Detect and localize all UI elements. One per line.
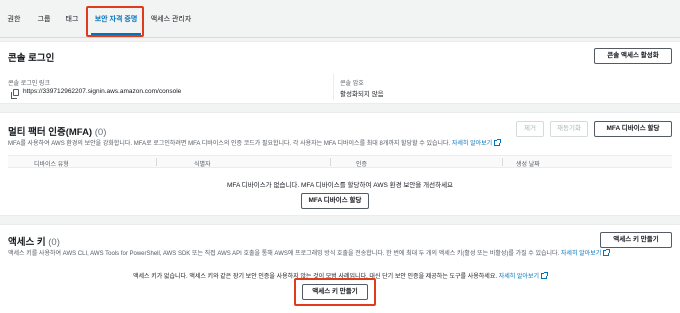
tab-bar: 권한 그룹 태그 보안 자격 증명 액세스 관리자 — [0, 0, 680, 38]
mfa-table-header: 디바이스 유형 식별자 인증 생성 날짜 — [8, 155, 672, 168]
copy-icon[interactable] — [11, 89, 19, 99]
mfa-empty-message: MFA 디바이스가 없습니다. MFA 디바이스를 할당하여 AWS 환경 보안… — [226, 182, 454, 189]
access-keys-title: 액세스 키 (0) — [8, 234, 60, 248]
console-signin-panel: 콘솔 로그인 콘솔 액세스 활성화 콘솔 로그인 링크 https://3397… — [0, 41, 680, 104]
console-password-label: 콘솔 암호 — [340, 81, 364, 87]
column-created-date[interactable]: 생성 날짜 — [516, 159, 540, 168]
external-link-icon — [494, 139, 502, 146]
tab-access-advisor[interactable]: 액세스 관리자 — [146, 10, 196, 32]
console-link-label: 콘솔 로그인 링크 — [8, 81, 50, 87]
remove-mfa-button[interactable]: 제거 — [516, 121, 544, 137]
column-separator — [156, 158, 157, 166]
mfa-learn-more-link[interactable]: 자세히 알아보기 — [452, 141, 492, 147]
access-keys-empty-message: 액세스 키가 없습니다. 액세스 키와 같은 장기 보안 인증을 사용하지 않는… — [0, 271, 680, 280]
mfa-title: 멀티 팩터 인증(MFA) (0) — [8, 124, 106, 138]
mfa-description: MFA를 사용하여 AWS 환경의 보안을 강화합니다. MFA로 로그인하려면… — [8, 138, 502, 147]
access-keys-learn-more-link[interactable]: 자세히 알아보기 — [561, 251, 601, 257]
column-divider — [333, 74, 334, 100]
column-separator — [502, 158, 503, 166]
access-keys-count: (0) — [48, 237, 60, 248]
active-tab-indicator — [91, 33, 141, 35]
tab-groups[interactable]: 그룹 — [34, 10, 54, 32]
tab-tags[interactable]: 태그 — [62, 10, 82, 32]
access-keys-empty-text: 액세스 키가 없습니다. 액세스 키와 같은 장기 보안 인증을 사용하지 않는… — [132, 274, 498, 280]
assign-mfa-button[interactable]: MFA 디바이스 할당 — [594, 121, 672, 137]
column-separator — [330, 158, 331, 166]
mfa-description-text: MFA를 사용하여 AWS 환경의 보안을 강화합니다. MFA로 로그인하려면… — [8, 141, 451, 147]
access-keys-panel: 액세스 키 (0) 액세스 키 만들기 액세스 키를 사용하여 AWS CLI,… — [0, 224, 680, 313]
access-keys-description: 액세스 키를 사용하여 AWS CLI, AWS Tools for Power… — [8, 248, 611, 257]
mfa-empty-assign-button[interactable]: MFA 디바이스 할당 — [301, 193, 369, 209]
console-signin-title: 콘솔 로그인 — [8, 53, 55, 64]
access-keys-description-text: 액세스 키를 사용하여 AWS CLI, AWS Tools for Power… — [8, 251, 560, 257]
console-password-value: 활성화되지 않음 — [340, 91, 384, 98]
access-keys-empty-create-button[interactable]: 액세스 키 만들기 — [302, 284, 368, 300]
column-certification[interactable]: 인증 — [356, 159, 367, 168]
column-device-type[interactable]: 디바이스 유형 — [34, 159, 69, 168]
tab-permissions[interactable]: 권한 — [4, 10, 24, 32]
resync-mfa-button[interactable]: 재동기화 — [550, 121, 588, 137]
console-link-value: https://339712962207.signin.aws.amazon.c… — [23, 88, 182, 95]
access-keys-empty-learn-more-link[interactable]: 자세히 알아보기 — [499, 274, 539, 280]
external-link-icon — [541, 272, 548, 279]
create-access-key-button[interactable]: 액세스 키 만들기 — [600, 232, 672, 248]
external-link-icon — [603, 249, 611, 256]
mfa-count: (0) — [94, 127, 107, 138]
tab-security-credentials[interactable]: 보안 자격 증명 — [91, 10, 141, 32]
access-keys-title-text: 액세스 키 — [8, 237, 46, 248]
mfa-panel: 멀티 팩터 인증(MFA) (0) 제거 재동기화 MFA 디바이스 할당 MF… — [0, 112, 680, 216]
enable-console-access-button[interactable]: 콘솔 액세스 활성화 — [594, 48, 672, 64]
mfa-title-text: 멀티 팩터 인증(MFA) — [8, 127, 93, 138]
column-identifier[interactable]: 식별자 — [194, 159, 211, 168]
